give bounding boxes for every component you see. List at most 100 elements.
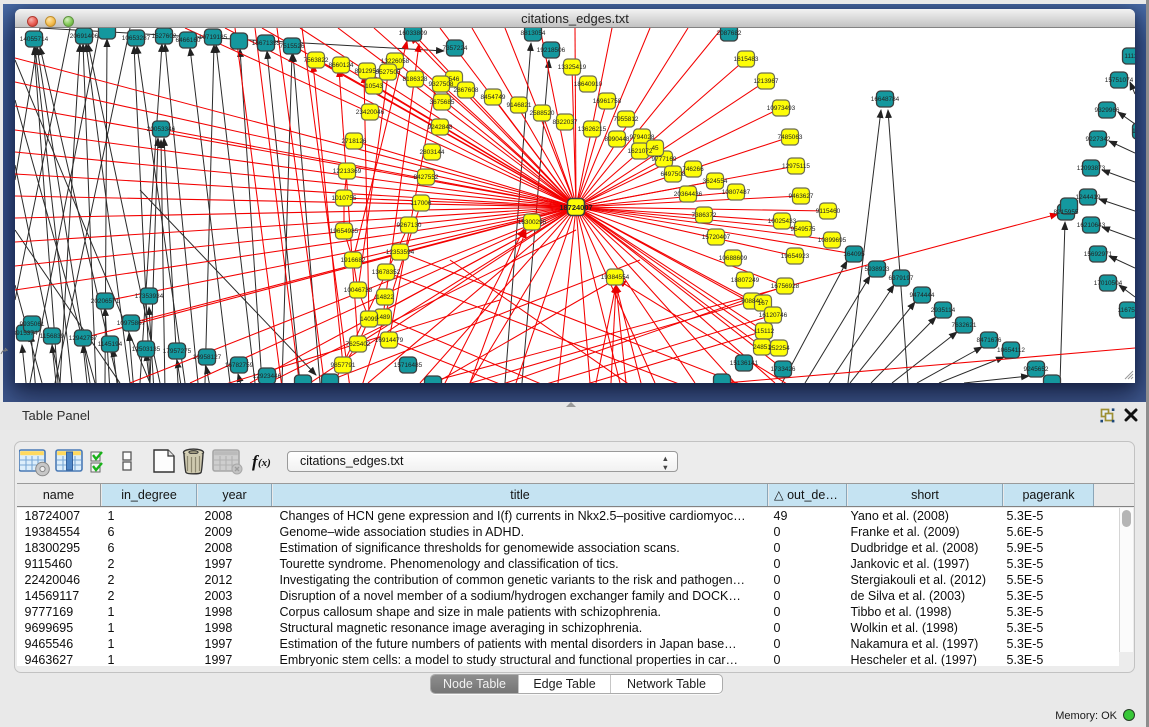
- svg-text:15716485: 15716485: [394, 362, 423, 369]
- svg-text:5938923: 5938923: [865, 266, 890, 273]
- svg-text:1615483: 1615483: [734, 56, 759, 63]
- svg-text:10719185: 10719185: [199, 34, 228, 41]
- svg-text:16782759: 16782759: [225, 362, 254, 369]
- svg-text:9474444: 9474444: [910, 292, 935, 299]
- svg-text:16961758: 16961758: [593, 98, 622, 105]
- svg-text:2588520: 2588520: [530, 110, 555, 117]
- svg-text:3527505: 3527505: [376, 69, 401, 76]
- svg-text:9267130: 9267130: [397, 222, 422, 229]
- svg-text:8660124: 8660124: [329, 62, 354, 69]
- svg-text:9794028: 9794028: [630, 134, 655, 141]
- svg-text:15692971: 15692971: [1084, 251, 1113, 258]
- svg-text:19384554: 19384554: [601, 274, 630, 281]
- svg-text:1156839: 1156839: [40, 333, 65, 340]
- svg-text:13325: 13325: [1132, 128, 1135, 135]
- svg-text:16756928: 16756928: [771, 283, 800, 290]
- svg-text:10899695: 10899695: [818, 237, 847, 244]
- svg-text:16120746: 16120746: [759, 312, 788, 319]
- svg-text:19218506: 19218506: [537, 47, 566, 54]
- svg-text:10653287: 10653287: [122, 35, 151, 42]
- svg-text:1213967: 1213967: [754, 78, 779, 85]
- svg-text:16210643: 16210643: [1077, 222, 1106, 229]
- svg-text:13226058: 13226058: [381, 58, 410, 65]
- svg-text:18807249: 18807249: [731, 277, 760, 284]
- svg-text:19654985: 19654985: [330, 228, 359, 235]
- svg-text:1916682: 1916682: [341, 257, 366, 264]
- svg-text:117006: 117006: [411, 200, 432, 207]
- svg-text:164095: 164095: [843, 251, 865, 258]
- svg-text:19654923: 19654923: [781, 253, 810, 260]
- svg-text:15751074: 15751074: [1105, 77, 1134, 84]
- svg-text:17010504: 17010504: [1094, 280, 1123, 287]
- svg-text:20691406: 20691406: [70, 33, 99, 40]
- svg-text:7485063: 7485063: [778, 134, 803, 141]
- svg-text:8186328: 8186328: [403, 76, 428, 83]
- svg-text:252254: 252254: [768, 345, 790, 352]
- svg-text:2935114: 2935114: [931, 307, 956, 314]
- svg-text:18724007: 18724007: [559, 203, 592, 212]
- svg-text:8990448: 8990448: [605, 136, 630, 143]
- svg-text:12503135: 12503135: [132, 346, 161, 353]
- svg-text:10973493: 10973493: [767, 105, 796, 112]
- svg-text:9463627: 9463627: [789, 193, 814, 200]
- svg-text:12093873: 12093873: [1077, 165, 1106, 172]
- svg-text:15720407: 15720407: [702, 234, 731, 241]
- svg-text:10975867: 10975867: [117, 320, 146, 327]
- svg-text:14055714: 14055714: [20, 36, 49, 43]
- svg-text:9245652: 9245652: [1024, 366, 1049, 373]
- svg-text:116753: 116753: [1118, 307, 1135, 314]
- svg-text:7563822: 7563822: [304, 57, 329, 64]
- svg-text:2087682: 2087682: [717, 30, 742, 37]
- svg-text:8454749: 8454749: [481, 94, 506, 101]
- svg-text:20206571: 20206571: [91, 298, 120, 305]
- svg-text:1733426: 1733426: [771, 366, 796, 373]
- svg-text:167: 167: [758, 300, 769, 307]
- svg-text:(x): (x): [258, 457, 271, 469]
- svg-text:7357224: 7357224: [443, 45, 468, 52]
- svg-text:7386372: 7386372: [692, 212, 717, 219]
- svg-text:20053346: 20053346: [147, 126, 176, 133]
- svg-text:13325419: 13325419: [558, 64, 587, 71]
- svg-text:13678352: 13678352: [372, 269, 401, 276]
- svg-text:746266: 746266: [682, 166, 704, 173]
- svg-text:115112: 115112: [754, 328, 775, 335]
- svg-text:6379197: 6379197: [889, 275, 914, 282]
- svg-text:7625402: 7625402: [346, 341, 371, 348]
- svg-text:10543: 10543: [365, 83, 383, 90]
- svg-text:9549575: 9549575: [791, 226, 816, 233]
- svg-text:23420046: 23420046: [356, 109, 385, 116]
- svg-text:8471676: 8471676: [977, 337, 1002, 344]
- svg-text:17353934: 17353934: [135, 293, 164, 300]
- svg-text:12213369: 12213369: [333, 168, 362, 175]
- svg-text:9242848: 9242848: [428, 124, 453, 131]
- svg-text:9777169: 9777169: [652, 156, 677, 163]
- svg-text:1489: 1489: [376, 314, 391, 321]
- svg-text:10958127: 10958127: [193, 354, 222, 361]
- svg-text:12923446: 12923446: [253, 373, 282, 380]
- svg-text:2803144: 2803144: [420, 149, 445, 156]
- svg-text:8813054: 8813054: [521, 30, 546, 37]
- svg-text:8427552: 8427552: [414, 174, 439, 181]
- svg-text:18640910: 18640910: [574, 81, 603, 88]
- svg-text:16033809: 16033809: [399, 30, 428, 37]
- svg-text:6466160: 6466160: [176, 37, 201, 44]
- svg-text:14822: 14822: [376, 294, 394, 301]
- svg-text:9327508: 9327508: [429, 81, 454, 88]
- svg-text:8322037: 8322037: [553, 119, 578, 126]
- svg-text:10688609: 10688609: [719, 255, 748, 262]
- svg-text:16914479: 16914479: [375, 337, 404, 344]
- svg-text:7515526: 7515526: [280, 43, 305, 50]
- svg-text:12353594: 12353594: [386, 249, 415, 256]
- svg-text:1112: 1112: [1124, 53, 1135, 60]
- svg-text:10654112: 10654112: [997, 347, 1025, 354]
- svg-text:6497508: 6497508: [661, 171, 686, 178]
- svg-text:1010755: 1010755: [332, 195, 357, 202]
- svg-text:7955812: 7955812: [614, 116, 639, 123]
- svg-text:2867608: 2867608: [454, 87, 479, 94]
- svg-text:12975115: 12975115: [782, 163, 810, 170]
- svg-text:9227342: 9227342: [1086, 136, 1111, 143]
- svg-text:3624554: 3624554: [703, 178, 728, 185]
- svg-text:7632621: 7632621: [952, 322, 977, 329]
- svg-text:9115460: 9115460: [816, 208, 841, 215]
- svg-text:1244419: 1244419: [1076, 194, 1101, 201]
